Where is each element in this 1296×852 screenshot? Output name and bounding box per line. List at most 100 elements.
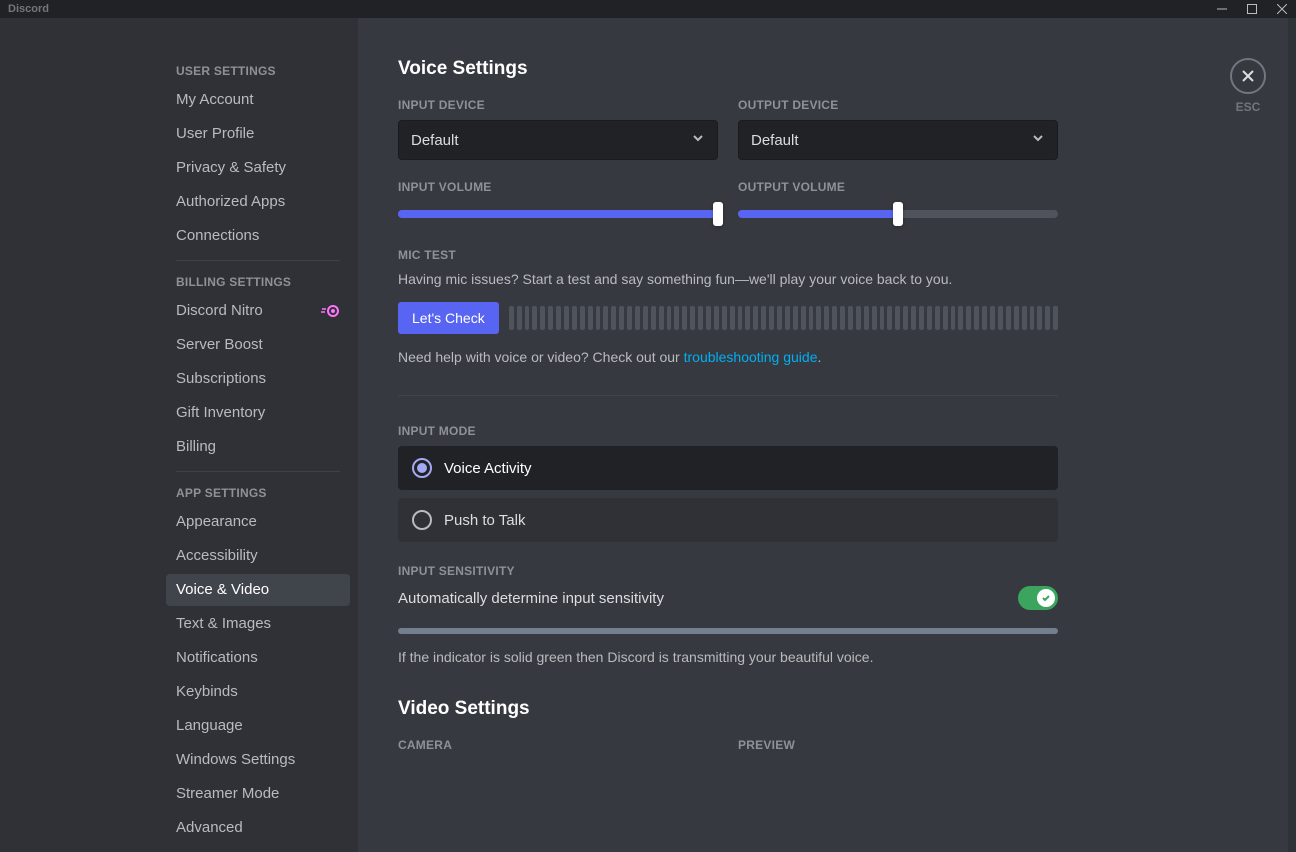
input-sensitivity-label: INPUT SENSITIVITY xyxy=(398,564,1058,578)
sidebar-item-label: Authorized Apps xyxy=(176,192,285,212)
sidebar-item-notifications[interactable]: Notifications xyxy=(166,642,350,674)
sidebar-item-label: Text & Images xyxy=(176,614,271,634)
lets-check-button[interactable]: Let's Check xyxy=(398,302,499,334)
sidebar-header: USER SETTINGS xyxy=(166,58,350,84)
sidebar-item-my-account[interactable]: My Account xyxy=(166,84,350,116)
window-close-button[interactable] xyxy=(1274,4,1290,14)
input-mode-option-voice-activity[interactable]: Voice Activity xyxy=(398,446,1058,490)
sidebar-item-label: Server Boost xyxy=(176,335,263,355)
mic-level-meter xyxy=(509,306,1058,330)
sidebar-item-advanced[interactable]: Advanced xyxy=(166,812,350,844)
nitro-badge-icon xyxy=(320,304,340,318)
sidebar-item-label: Language xyxy=(176,716,243,736)
troubleshooting-guide-link[interactable]: troubleshooting guide xyxy=(684,349,818,365)
sensitivity-help: If the indicator is solid green then Dis… xyxy=(398,648,1058,668)
sidebar-item-text-images[interactable]: Text & Images xyxy=(166,608,350,640)
sidebar-item-windows-settings[interactable]: Windows Settings xyxy=(166,744,350,776)
sidebar-item-language[interactable]: Language xyxy=(166,710,350,742)
maximize-button[interactable] xyxy=(1244,4,1260,14)
sidebar-item-server-boost[interactable]: Server Boost xyxy=(166,329,350,361)
troubleshoot-text: Need help with voice or video? Check out… xyxy=(398,348,1058,368)
toggle-knob xyxy=(1037,589,1055,607)
mic-test-label: MIC TEST xyxy=(398,248,1058,262)
sidebar-item-label: Streamer Mode xyxy=(176,784,279,804)
slider-thumb[interactable] xyxy=(893,202,903,226)
sidebar-item-privacy-safety[interactable]: Privacy & Safety xyxy=(166,152,350,184)
chevron-down-icon xyxy=(1031,131,1045,149)
window-titlebar: Discord xyxy=(0,0,1296,18)
slider-thumb[interactable] xyxy=(713,202,723,226)
video-settings-title: Video Settings xyxy=(398,698,1058,720)
output-volume-label: OUTPUT VOLUME xyxy=(738,180,1058,194)
input-mode-label: INPUT MODE xyxy=(398,424,1058,438)
sidebar-item-label: Notifications xyxy=(176,648,258,668)
sidebar-item-label: Advanced xyxy=(176,818,243,838)
settings-sidebar-region: USER SETTINGS My Account User Profile Priva… xyxy=(0,18,358,852)
sidebar-item-discord-nitro[interactable]: Discord Nitro xyxy=(166,295,350,327)
sidebar-header: APP SETTINGS xyxy=(166,480,350,506)
scrollbar[interactable] xyxy=(1288,18,1296,852)
output-volume-slider[interactable] xyxy=(738,202,1058,226)
close-icon xyxy=(1240,68,1256,84)
minimize-button[interactable] xyxy=(1214,4,1230,14)
sidebar-item-user-profile[interactable]: User Profile xyxy=(166,118,350,150)
chevron-down-icon xyxy=(691,131,705,149)
window-controls xyxy=(1214,4,1290,14)
sidebar-item-label: My Account xyxy=(176,90,254,110)
preview-label: PREVIEW xyxy=(738,738,1058,752)
sidebar-item-streamer-mode[interactable]: Streamer Mode xyxy=(166,778,350,810)
sidebar-item-connections[interactable]: Connections xyxy=(166,220,350,252)
sidebar-item-label: Keybinds xyxy=(176,682,238,702)
sidebar-header: BILLING SETTINGS xyxy=(166,269,350,295)
sidebar-item-voice-video[interactable]: Voice & Video xyxy=(166,574,350,606)
sidebar-item-gift-inventory[interactable]: Gift Inventory xyxy=(166,397,350,429)
sidebar-item-label: Privacy & Safety xyxy=(176,158,286,178)
input-volume-label: INPUT VOLUME xyxy=(398,180,718,194)
sidebar-item-authorized-apps[interactable]: Authorized Apps xyxy=(166,186,350,218)
divider xyxy=(398,395,1058,396)
sidebar-item-subscriptions[interactable]: Subscriptions xyxy=(166,363,350,395)
close-label: ESC xyxy=(1230,100,1266,114)
sidebar-item-label: Voice & Video xyxy=(176,580,269,600)
input-mode-option-push-to-talk[interactable]: Push to Talk xyxy=(398,498,1058,542)
output-device-value: Default xyxy=(751,132,799,149)
input-mode-option-label: Push to Talk xyxy=(444,512,525,529)
auto-sensitivity-toggle[interactable] xyxy=(1018,586,1058,610)
sidebar-item-label: Appearance xyxy=(176,512,257,532)
sidebar-item-label: Subscriptions xyxy=(176,369,266,389)
sidebar-item-label: User Profile xyxy=(176,124,254,144)
settings-content: Voice Settings INPUT DEVICE Default OUTP… xyxy=(358,18,1098,840)
input-mode-list: Voice Activity Push to Talk xyxy=(398,446,1058,542)
voice-settings-title: Voice Settings xyxy=(398,58,1058,80)
output-device-label: OUTPUT DEVICE xyxy=(738,98,1058,112)
camera-label: CAMERA xyxy=(398,738,718,752)
input-device-value: Default xyxy=(411,132,459,149)
input-volume-slider[interactable] xyxy=(398,202,718,226)
input-device-select[interactable]: Default xyxy=(398,120,718,160)
sidebar-item-label: Connections xyxy=(176,226,259,246)
check-icon xyxy=(1041,593,1051,603)
sidebar-item-label: Windows Settings xyxy=(176,750,295,770)
sidebar-item-billing[interactable]: Billing xyxy=(166,431,350,463)
settings-sidebar: USER SETTINGS My Account User Profile Priva… xyxy=(158,18,358,852)
mic-test-help: Having mic issues? Start a test and say … xyxy=(398,270,1058,290)
radio-icon xyxy=(412,510,432,530)
sidebar-item-label: Billing xyxy=(176,437,216,457)
sidebar-item-label: Discord Nitro xyxy=(176,301,263,321)
close-column: ESC xyxy=(1230,58,1266,114)
settings-content-region: ESC Voice Settings INPUT DEVICE Default … xyxy=(358,18,1296,852)
sidebar-divider xyxy=(176,471,340,472)
sidebar-item-appearance[interactable]: Appearance xyxy=(166,506,350,538)
input-mode-option-label: Voice Activity xyxy=(444,460,532,477)
close-settings-button[interactable] xyxy=(1230,58,1266,94)
sensitivity-bar xyxy=(398,628,1058,634)
sidebar-divider xyxy=(176,260,340,261)
sidebar-item-label: Accessibility xyxy=(176,546,258,566)
sidebar-item-accessibility[interactable]: Accessibility xyxy=(166,540,350,572)
auto-sensitivity-label: Automatically determine input sensitivit… xyxy=(398,590,664,607)
radio-icon xyxy=(412,458,432,478)
output-device-select[interactable]: Default xyxy=(738,120,1058,160)
sidebar-item-keybinds[interactable]: Keybinds xyxy=(166,676,350,708)
app-title: Discord xyxy=(8,3,49,15)
input-device-label: INPUT DEVICE xyxy=(398,98,718,112)
